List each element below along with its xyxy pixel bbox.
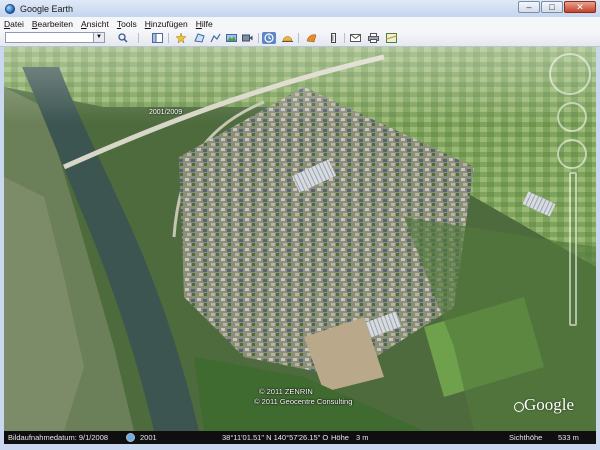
move-joystick[interactable] [557,139,587,169]
zoom-slider[interactable] [569,172,577,326]
timeline-year-label: 2001/2009 [149,109,183,116]
record-tour-icon[interactable] [240,32,254,44]
sunlight-icon[interactable] [280,32,294,44]
look-joystick[interactable] [557,102,587,132]
minimize-button[interactable]: – [518,1,540,13]
view-in-maps-icon[interactable] [384,32,398,44]
menu-hilfe[interactable]: Hilfe [192,19,217,29]
imagery-year: 2001 [140,433,157,442]
toolbar: ▼ [0,30,600,47]
close-button[interactable]: ✕ [564,1,596,13]
toolbar-separator [258,33,259,43]
eye-altitude-label: Sichthöhe [509,433,543,442]
toolbar-separator [168,33,169,43]
menu-ansicht[interactable]: Ansicht [77,19,113,29]
toolbar-separator [138,33,139,43]
elevation-label: Höhe [331,433,349,442]
email-icon[interactable] [348,32,362,44]
coordinates: 38°11'01.51" N 140°57'26.15" O [222,433,329,442]
title-bar: Google Earth – □ ✕ [0,0,600,17]
toolbar-separator [344,33,345,43]
window-controls: – □ ✕ [518,1,596,13]
imagery-date: Bildaufnahmedatum: 9/1/2008 [8,433,109,442]
image-overlay-icon[interactable] [224,32,238,44]
ruler-icon[interactable] [326,32,340,44]
polygon-icon[interactable] [192,32,206,44]
eye-altitude-value: 533 m [558,433,579,442]
menu-hinzufuegen[interactable]: Hinzufügen [141,19,192,29]
path-icon[interactable] [208,32,222,44]
menu-tools[interactable]: Tools [113,19,141,29]
aerial-imagery [4,47,596,431]
menu-bar: Datei Bearbeiten Ansicht Tools Hinzufüge… [0,17,600,31]
elevation-value: 3 m [356,433,369,442]
switch-to-sky-icon[interactable] [304,32,318,44]
map-viewport[interactable]: 2001/2009 © 2011 ZENRIN © 2011 Geocentre… [4,47,596,431]
menu-datei[interactable]: Datei [0,19,28,29]
sidebar-toggle-icon[interactable] [150,32,164,44]
maximize-button[interactable]: □ [541,1,563,13]
search-dropdown[interactable]: ▼ [5,32,105,43]
print-icon[interactable] [366,32,380,44]
menu-bearbeiten[interactable]: Bearbeiten [28,19,77,29]
status-bar: Bildaufnahmedatum: 9/1/2008 2001 38°11'0… [4,431,596,444]
application-window: Google Earth – □ ✕ Datei Bearbeiten Ansi… [0,0,600,450]
historical-imagery-icon[interactable] [262,32,276,44]
window-title: Google Earth [20,3,74,14]
compass-ring[interactable] [549,53,591,95]
toolbar-separator [298,33,299,43]
copyright-zenrin: © 2011 ZENRIN [259,387,313,396]
copyright-geocentre: © 2011 Geocentre Consulting [254,397,353,406]
placemark-icon[interactable] [174,32,188,44]
google-logo-icon [514,402,524,412]
historical-imagery-icon[interactable] [126,433,135,442]
search-icon[interactable] [116,32,130,44]
chevron-down-icon[interactable]: ▼ [93,33,104,42]
google-logo: Google [524,395,575,414]
google-earth-icon [5,3,15,14]
